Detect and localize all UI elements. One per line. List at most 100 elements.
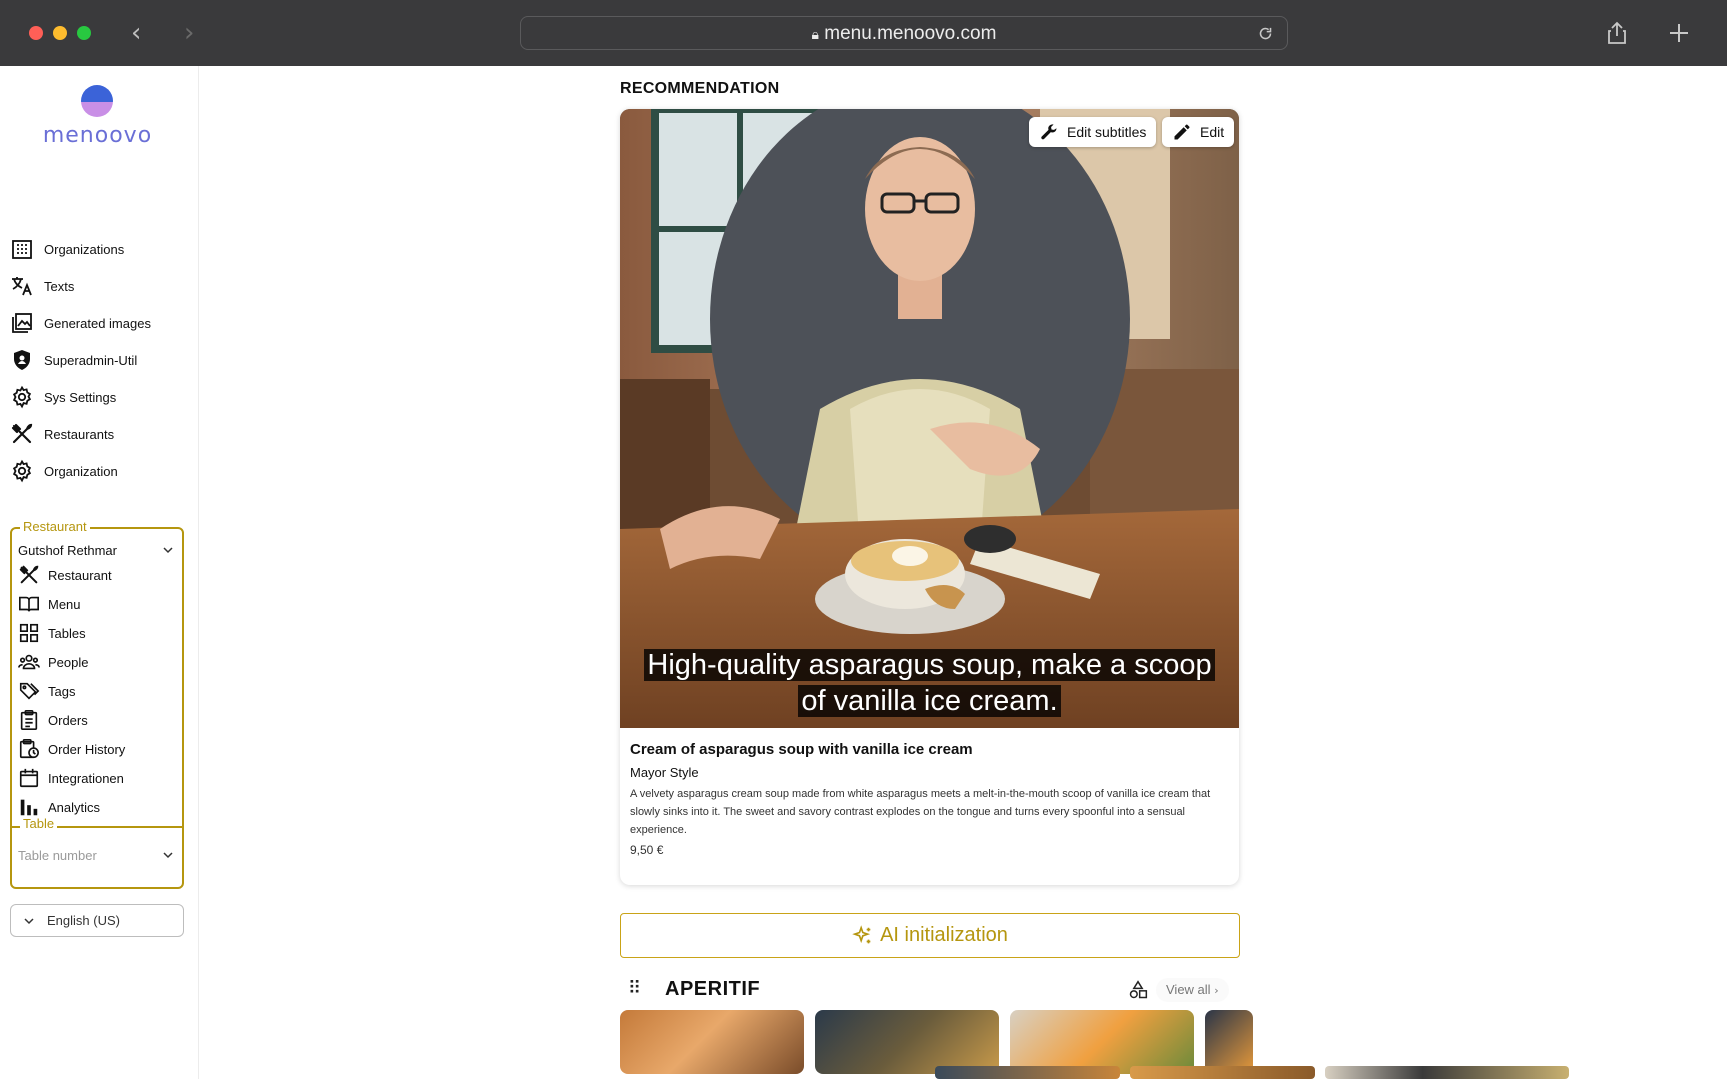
sidebar-item-label: Integrationen [48, 770, 124, 786]
wrench-icon [1041, 124, 1057, 140]
gear-icon [12, 385, 32, 409]
sidebar-item-tables[interactable]: Tables [18, 620, 86, 646]
close-window-button[interactable] [29, 26, 43, 40]
chevron-down-icon [163, 547, 173, 554]
history-icon [19, 739, 39, 759]
sidebar-item-label: Organization [44, 463, 118, 479]
sidebar-item-label: Texts [44, 278, 75, 294]
next-category-preview [1130, 1066, 1315, 1079]
logo-text: menoovo [42, 123, 153, 148]
language-select[interactable]: English (US) [10, 904, 184, 937]
sidebar-item-sys-settings[interactable]: Sys Settings [10, 383, 116, 411]
sidebar-item-organizations[interactable]: Organizations [10, 235, 124, 263]
menu-item-thumbnail[interactable] [1205, 1010, 1253, 1074]
sidebar-item-restaurant[interactable]: Restaurant [18, 562, 112, 588]
image-library-icon [12, 313, 32, 333]
view-all-link[interactable]: View all › [1156, 978, 1229, 1002]
menu-item-thumbnail[interactable] [620, 1010, 804, 1074]
sidebar-item-texts[interactable]: Texts [10, 272, 74, 300]
table-number-placeholder: Table number [18, 847, 97, 863]
reload-icon[interactable] [1258, 26, 1273, 41]
lock-icon: 🔒︎ [811, 27, 819, 43]
clipboard-icon [20, 710, 38, 730]
chevron-right-icon: › [1214, 984, 1219, 997]
url-text: menu.menoovo.com [824, 23, 997, 44]
video-frame-image [620, 109, 1239, 728]
sidebar-item-label: Orders [48, 712, 88, 728]
back-icon[interactable]: ‹ [131, 18, 141, 48]
next-category-preview [1325, 1066, 1569, 1079]
restaurant-group: Restaurant Gutshof Rethmar Restaurant Me… [10, 519, 184, 889]
edit-label: Edit [1200, 124, 1225, 140]
sidebar-item-menu[interactable]: Menu [18, 591, 81, 617]
sidebar-item-label: Restaurant [48, 567, 112, 583]
translate-icon [12, 277, 32, 296]
cutlery-icon [19, 565, 39, 584]
building-icon [12, 240, 32, 259]
language-value: English (US) [47, 913, 120, 928]
menu-item-thumbnail[interactable] [1010, 1010, 1194, 1074]
sidebar-item-restaurants[interactable]: Restaurants [10, 420, 114, 448]
edit-button[interactable]: Edit [1162, 117, 1235, 147]
dish-subtitle: Mayor Style [630, 765, 699, 780]
sidebar-item-order-history[interactable]: Order History [18, 736, 125, 762]
sidebar-item-label: Tables [48, 625, 86, 641]
forward-icon[interactable]: › [184, 18, 194, 48]
logo-icon [81, 85, 113, 117]
subtitle-line-2: of vanilla ice cream. [798, 685, 1061, 717]
sidebar-item-label: Order History [48, 741, 126, 757]
restaurant-select[interactable]: Gutshof Rethmar [18, 539, 174, 561]
recommendation-video[interactable]: Edit subtitles Edit High-quality asparag… [620, 109, 1239, 728]
cutlery-icon [11, 423, 33, 444]
main-content: RECOMMENDATION Edit subtitles Edit High-… [199, 66, 1727, 1079]
table-number-select[interactable]: Table number [18, 844, 174, 866]
sidebar-item-tags[interactable]: Tags [18, 678, 75, 704]
people-icon [18, 654, 40, 670]
chevron-down-icon [163, 852, 173, 859]
sidebar-item-label: Sys Settings [44, 389, 117, 405]
view-all-label: View all [1166, 982, 1211, 997]
dish-title: Cream of asparagus soup with vanilla ice… [630, 741, 973, 758]
share-icon[interactable] [1607, 21, 1627, 45]
bar-chart-icon [20, 799, 38, 816]
sidebar-item-label: Restaurants [44, 426, 115, 442]
section-title: RECOMMENDATION [620, 80, 780, 97]
sidebar-item-organization[interactable]: Organization [10, 457, 118, 485]
sidebar-item-label: Menu [48, 596, 81, 612]
ai-initialization-button[interactable]: AI initialization [620, 913, 1240, 958]
sidebar-item-superadmin-util[interactable]: Superadmin-Util [10, 346, 137, 374]
edit-subtitles-label: Edit subtitles [1067, 124, 1147, 140]
restaurant-select-value: Gutshof Rethmar [18, 542, 117, 558]
sidebar-item-integrationen[interactable]: Integrationen [18, 765, 124, 791]
sidebar-item-people[interactable]: People [18, 649, 88, 675]
browser-toolbar: ‹ › 🔒︎ menu.menoovo.com [0, 0, 1727, 66]
tags-icon [19, 682, 40, 700]
new-tab-icon[interactable] [1668, 22, 1690, 44]
zoom-window-button[interactable] [77, 26, 91, 40]
edit-subtitles-button[interactable]: Edit subtitles [1029, 117, 1157, 147]
category-title: APERITIF [665, 978, 761, 1000]
pencil-icon [1174, 124, 1190, 140]
minimize-window-button[interactable] [53, 26, 67, 40]
address-bar[interactable]: 🔒︎ menu.menoovo.com [520, 16, 1288, 50]
sidebar-item-label: Tags [48, 683, 76, 699]
drag-handle-icon[interactable]: ⠿ [628, 978, 641, 999]
video-subtitle: High-quality asparagus soup, make a scoo… [620, 647, 1239, 719]
shapes-icon[interactable] [1128, 980, 1148, 1000]
menu-item-thumbnail[interactable] [815, 1010, 999, 1074]
gear-icon [12, 459, 32, 483]
sidebar-item-label: Organizations [44, 241, 125, 257]
sidebar-item-label: Generated images [44, 315, 151, 331]
sidebar-item-generated-images[interactable]: Generated images [10, 309, 151, 337]
sidebar: menoovo Organizations Texts Generated im… [0, 66, 199, 1079]
shield-icon [14, 350, 30, 370]
category-header: ⠿ APERITIF View all › [620, 974, 1240, 1006]
subtitle-line-1: High-quality asparagus soup, make a scoo… [644, 649, 1215, 681]
recommendation-card[interactable]: Edit subtitles Edit High-quality asparag… [620, 109, 1239, 885]
dish-price: 9,50 € [630, 843, 664, 857]
sidebar-item-label: People [48, 654, 89, 670]
sidebar-item-label: Analytics [48, 799, 101, 815]
sidebar-item-orders[interactable]: Orders [18, 707, 88, 733]
book-icon [19, 596, 39, 612]
restaurant-legend: Restaurant [20, 519, 90, 534]
